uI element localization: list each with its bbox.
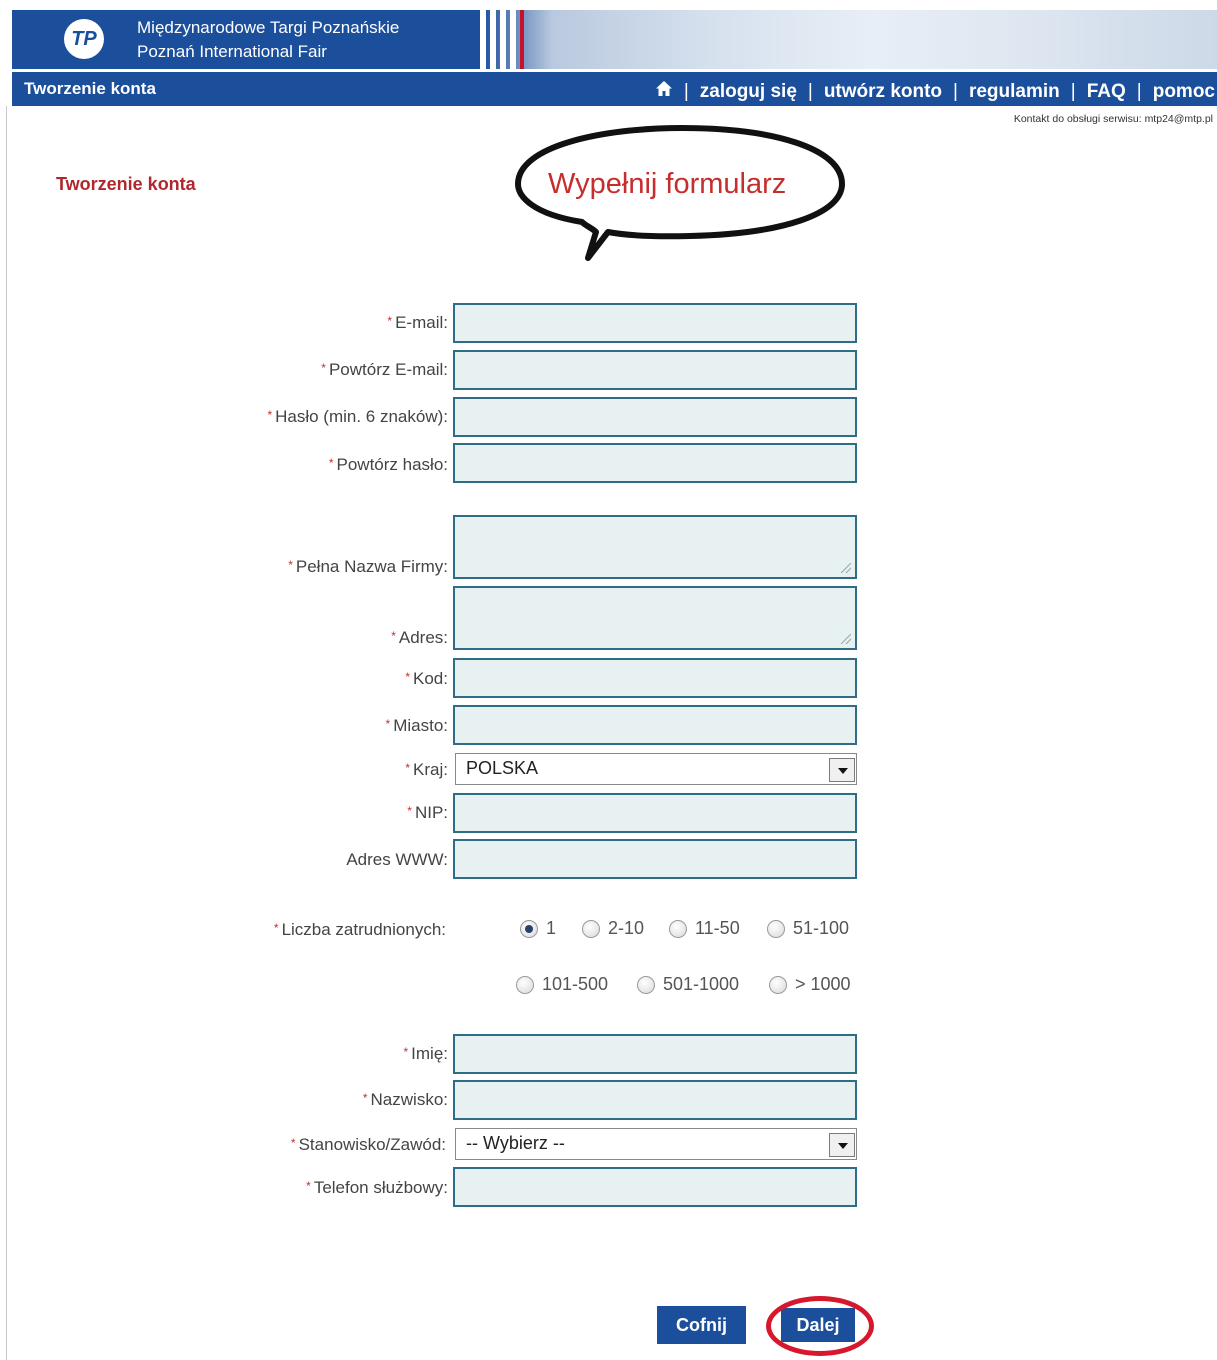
- nip-label: * NIP:: [407, 803, 448, 822]
- postal-code-input[interactable]: [453, 658, 857, 698]
- nav-links: | zaloguj się | utwórz konto | regulamin…: [655, 80, 1215, 103]
- www-label: Adres WWW:: [346, 850, 448, 869]
- employees-radio-11-50[interactable]: 11-50: [669, 918, 740, 939]
- nav-title: Tworzenie konta: [24, 79, 156, 98]
- nav-link-help[interactable]: pomoc: [1153, 81, 1215, 103]
- password-repeat-label: * Powtórz hasło:: [328, 455, 448, 474]
- resize-grip-icon[interactable]: [841, 634, 851, 644]
- employees-radio-51-100[interactable]: 51-100: [767, 918, 849, 939]
- chevron-down-icon[interactable]: [829, 1133, 855, 1157]
- email-repeat-label: * Powtórz E-mail:: [321, 360, 448, 379]
- page-title: Tworzenie konta: [56, 174, 196, 194]
- last-name-label: * Nazwisko:: [362, 1090, 448, 1109]
- address-textarea[interactable]: [453, 586, 857, 650]
- first-name-input[interactable]: [453, 1034, 857, 1074]
- first-name-label: * Imię:: [403, 1044, 448, 1063]
- company-label: * Pełna Nazwa Firmy:: [288, 557, 448, 576]
- position-label: * Stanowisko/Zawód:: [290, 1135, 446, 1154]
- highlight-circle-annotation: [766, 1296, 874, 1356]
- home-link[interactable]: [655, 80, 673, 103]
- mtp-logo-icon: TP: [64, 19, 104, 59]
- email-label: * E-mail:: [387, 313, 448, 332]
- contact-info: Kontakt do obsługi serwisu: mtp24@mtp.pl: [1013, 113, 1213, 125]
- position-selected-value: -- Wybierz --: [466, 1133, 565, 1153]
- org-name-en: Poznań International Fair: [137, 42, 327, 61]
- nav-separator: |: [1070, 80, 1076, 102]
- radio-selected-icon[interactable]: [520, 919, 538, 938]
- employees-radio-501-1000[interactable]: 501-1000: [637, 974, 739, 995]
- employees-radio-2-10[interactable]: 2-10: [582, 918, 644, 939]
- radio-icon[interactable]: [669, 919, 687, 938]
- chevron-down-icon[interactable]: [829, 758, 855, 782]
- radio-icon[interactable]: [767, 919, 785, 938]
- employees-label: * Liczba zatrudnionych:: [273, 920, 446, 939]
- country-selected-value: POLSKA: [466, 758, 539, 778]
- address-label: * Adres:: [391, 628, 448, 647]
- nip-input[interactable]: [453, 793, 857, 833]
- nav-separator: |: [683, 80, 689, 102]
- nav-link-faq[interactable]: FAQ: [1087, 81, 1126, 103]
- email-repeat-input[interactable]: [453, 350, 857, 390]
- org-name-pl: Międzynarodowe Targi Poznańskie: [137, 18, 400, 37]
- radio-icon[interactable]: [516, 975, 534, 994]
- employees-radio-101-500[interactable]: 101-500: [516, 974, 608, 995]
- header-banner: TP Międzynarodowe Targi Poznańskie Pozna…: [12, 10, 1217, 69]
- password-input[interactable]: [453, 397, 857, 437]
- email-input[interactable]: [453, 303, 857, 343]
- password-label: * Hasło (min. 6 znaków):: [267, 407, 448, 426]
- employees-radio-over-1000[interactable]: > 1000: [769, 974, 851, 995]
- navigation-bar: Tworzenie konta | zaloguj się | utwórz k…: [12, 72, 1217, 106]
- back-button[interactable]: Cofnij: [657, 1306, 746, 1344]
- nav-link-login[interactable]: zaloguj się: [700, 81, 797, 103]
- radio-icon[interactable]: [769, 975, 787, 994]
- radio-icon[interactable]: [582, 919, 600, 938]
- city-input[interactable]: [453, 705, 857, 745]
- www-input[interactable]: [453, 839, 857, 879]
- page-frame-border: [6, 106, 7, 1360]
- nav-separator: |: [953, 80, 958, 102]
- logo-text: TP: [71, 27, 97, 50]
- home-icon: [655, 81, 672, 96]
- nav-link-create-account[interactable]: utwórz konto: [824, 81, 942, 103]
- company-textarea[interactable]: [453, 515, 857, 579]
- password-repeat-input[interactable]: [453, 443, 857, 483]
- radio-icon[interactable]: [637, 975, 655, 994]
- employees-radio-1[interactable]: 1: [520, 918, 556, 939]
- annotation-text: Wypełnij formularz: [548, 168, 787, 200]
- resize-grip-icon[interactable]: [841, 563, 851, 573]
- postal-code-label: * Kod:: [405, 669, 448, 688]
- phone-input[interactable]: [453, 1167, 857, 1207]
- country-select[interactable]: POLSKA: [455, 753, 857, 785]
- last-name-input[interactable]: [453, 1080, 857, 1120]
- city-label: * Miasto:: [385, 716, 448, 735]
- position-select[interactable]: -- Wybierz --: [455, 1128, 857, 1160]
- nav-link-terms[interactable]: regulamin: [969, 81, 1060, 103]
- phone-label: * Telefon służbowy:: [306, 1178, 448, 1197]
- banner-stripes: [480, 10, 528, 69]
- nav-separator: |: [1136, 80, 1142, 102]
- country-label: * Kraj:: [405, 760, 448, 779]
- nav-separator: |: [807, 80, 813, 102]
